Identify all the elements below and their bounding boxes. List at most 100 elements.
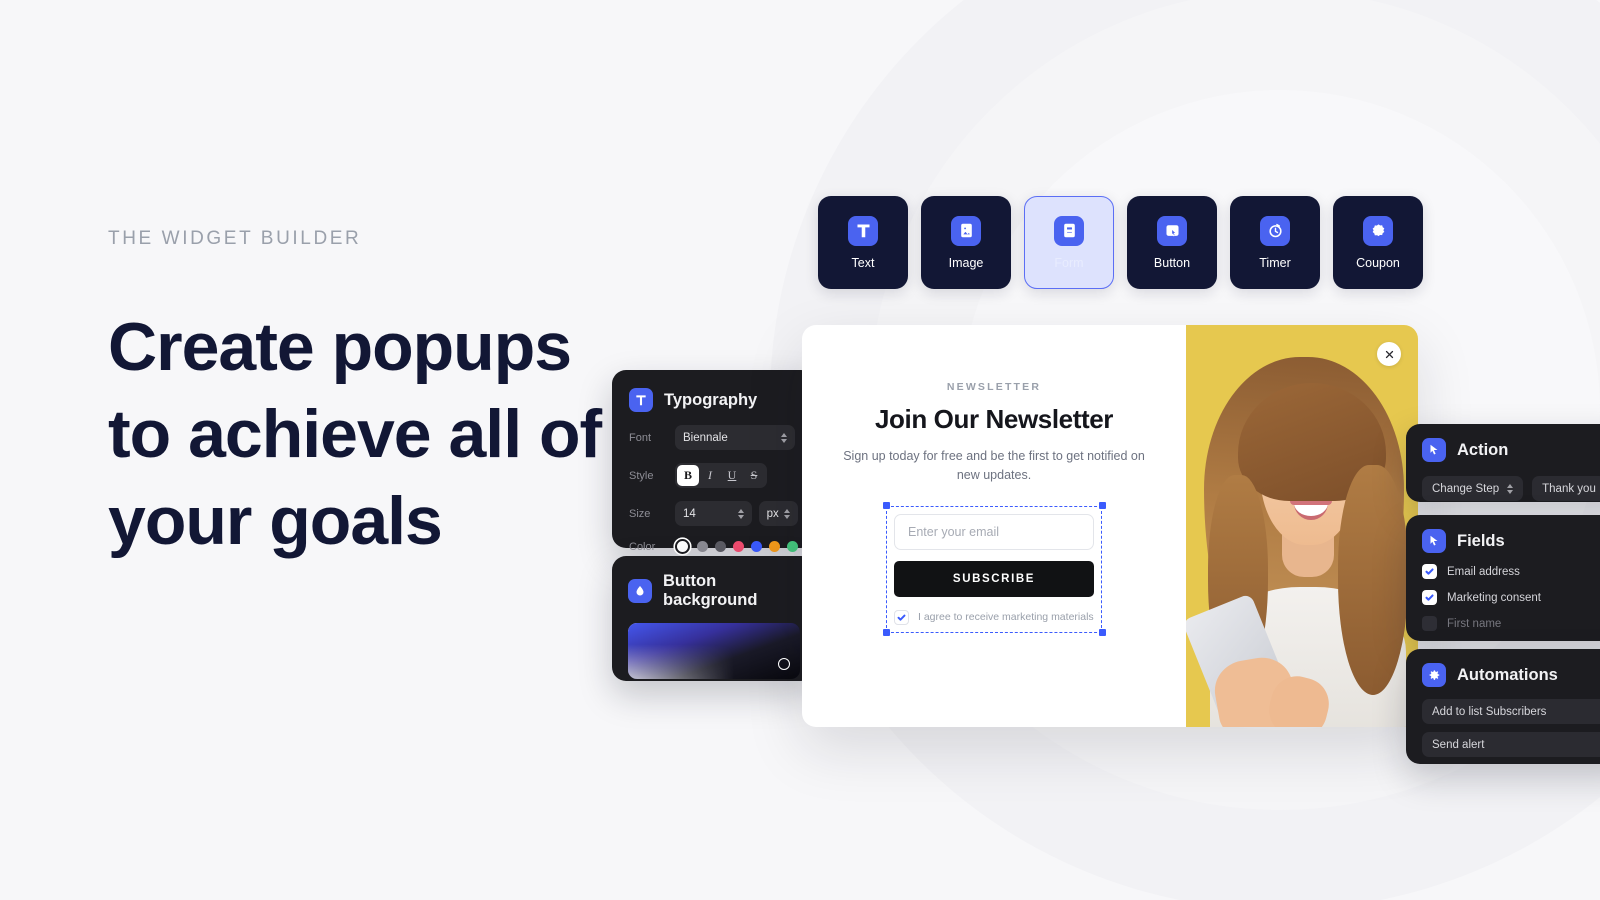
chevron-updown-icon <box>781 432 787 443</box>
hero-section: THE WIDGET BUILDER Create popups to achi… <box>108 228 628 565</box>
color-swatch[interactable] <box>675 539 690 554</box>
consent-label: I agree to receive marketing materials <box>918 611 1094 624</box>
coupon-icon <box>1363 215 1393 246</box>
action-step-value: Change Step <box>1432 482 1500 495</box>
action-panel: Action Change Step Thank you <box>1406 424 1600 502</box>
chevron-updown-icon <box>784 508 790 519</box>
popup-subtitle: Sign up today for free and be the first … <box>843 449 1145 483</box>
size-label: Size <box>629 507 651 520</box>
font-value: Biennale <box>683 431 728 444</box>
font-row: Font Biennale <box>629 425 798 450</box>
action-panel-title: Action <box>1457 440 1509 459</box>
cursor-icon <box>1422 438 1446 462</box>
gradient-handle[interactable] <box>778 658 790 670</box>
typography-panel-header: Typography <box>629 388 798 412</box>
size-row: Size 14 px <box>629 501 798 526</box>
popup-kicker: NEWSLETTER <box>946 381 1042 393</box>
fields-panel-header: Fields <box>1422 529 1600 553</box>
field-label: Marketing consent <box>1447 591 1541 604</box>
typography-panel: Typography Font Biennale Style B I U S S… <box>612 370 815 554</box>
gradient-picker[interactable] <box>628 623 800 679</box>
widget-tile-image[interactable]: Image <box>921 196 1011 289</box>
selection-handle-bottom-right[interactable] <box>1098 629 1106 637</box>
form-selection-wrapper: Enter your email SUBSCRIBE I agree to re… <box>882 502 1106 637</box>
bold-button[interactable]: B <box>677 465 699 486</box>
fields-panel: Fields Email address Marketing consent Fir… <box>1406 515 1600 641</box>
field-checkbox[interactable] <box>1422 564 1437 579</box>
widget-tile-label: Text <box>851 255 875 270</box>
automation-item[interactable]: Add to list Subscribers <box>1422 699 1600 724</box>
widget-tile-label: Timer <box>1259 255 1291 270</box>
strikethrough-button[interactable]: S <box>743 465 765 486</box>
automations-panel-header: Automations <box>1422 663 1600 687</box>
underline-button[interactable]: U <box>721 465 743 486</box>
color-swatch[interactable] <box>715 541 726 552</box>
close-icon <box>1385 350 1393 358</box>
cursor-icon <box>1422 529 1446 553</box>
widget-tile-form[interactable]: Form <box>1024 196 1114 289</box>
button-background-panel: Button background <box>612 556 815 681</box>
font-select[interactable]: Biennale <box>675 425 795 450</box>
newsletter-popup: NEWSLETTER Join Our Newsletter Sign up t… <box>802 325 1418 727</box>
widget-tile-timer[interactable]: Timer <box>1230 196 1320 289</box>
field-row[interactable]: Marketing consent <box>1422 590 1600 605</box>
consent-checkbox[interactable] <box>894 609 909 625</box>
consent-row[interactable]: I agree to receive marketing materials <box>894 609 1094 625</box>
color-label: Color <box>629 540 656 553</box>
selection-handle-top-right[interactable] <box>1098 502 1106 510</box>
popup-title: Join Our Newsletter <box>874 404 1114 434</box>
widget-tile-label: Form <box>1054 255 1084 270</box>
selection-handle-top-left[interactable] <box>882 502 890 510</box>
gear-icon <box>1422 663 1446 687</box>
hero-eyebrow: THE WIDGET BUILDER <box>108 228 362 249</box>
size-input[interactable]: 14 <box>675 501 752 526</box>
widget-tile-label: Button <box>1153 255 1191 270</box>
close-button[interactable] <box>1377 342 1401 366</box>
action-target-value: Thank you <box>1542 482 1596 495</box>
action-controls: Change Step Thank you <box>1422 476 1600 501</box>
automations-list: Add to list Subscribers Send alert <box>1422 699 1600 757</box>
chevron-updown-icon <box>737 508 744 519</box>
widget-tile-text[interactable]: Text <box>818 196 908 289</box>
email-input[interactable]: Enter your email <box>894 513 1094 550</box>
widget-tile-button[interactable]: Button <box>1127 196 1217 289</box>
popup-image <box>1186 325 1418 727</box>
widget-tile-label: Coupon <box>1356 255 1400 270</box>
color-swatch[interactable] <box>769 541 780 552</box>
page-title: Create popups to achieve all of your goa… <box>108 309 602 560</box>
color-swatch[interactable] <box>787 541 798 552</box>
button-background-title: Button background <box>663 572 758 609</box>
selection-handle-bottom-left[interactable] <box>882 629 890 637</box>
color-row: Color <box>629 539 798 554</box>
button-background-header: Button background <box>628 572 799 610</box>
size-value: 14 <box>683 507 696 520</box>
action-target-select[interactable]: Thank you <box>1532 476 1600 501</box>
field-label: First name <box>1447 617 1502 630</box>
automations-panel-title: Automations <box>1457 665 1558 684</box>
italic-button[interactable]: I <box>699 465 721 486</box>
field-checkbox[interactable] <box>1422 590 1437 605</box>
image-icon <box>951 215 981 246</box>
field-row[interactable]: Email address <box>1422 564 1600 579</box>
automation-item[interactable]: Send alert <box>1422 732 1600 757</box>
widget-tile-coupon[interactable]: Coupon <box>1333 196 1423 289</box>
typography-panel-title: Typography <box>664 390 758 409</box>
field-checkbox[interactable] <box>1422 616 1437 631</box>
field-row[interactable]: First name <box>1422 616 1600 631</box>
subscribe-button[interactable]: SUBSCRIBE <box>894 560 1094 597</box>
widget-type-toolbar: Text Image Form Button Timer Coupon <box>818 196 1423 289</box>
field-label: Email address <box>1447 565 1520 578</box>
color-swatch[interactable] <box>733 541 744 552</box>
action-panel-header: Action <box>1422 438 1600 462</box>
style-row: Style B I U S <box>629 463 798 488</box>
action-step-select[interactable]: Change Step <box>1422 476 1524 501</box>
color-swatch[interactable] <box>751 541 762 552</box>
color-swatch-list <box>675 539 798 554</box>
timer-icon <box>1260 215 1290 246</box>
figure-hair-curl-right <box>1338 465 1408 695</box>
popup-content: NEWSLETTER Join Our Newsletter Sign up t… <box>802 325 1186 727</box>
style-label: Style <box>629 469 654 482</box>
color-swatch[interactable] <box>697 541 708 552</box>
form-icon <box>1054 215 1084 246</box>
size-unit-select[interactable]: px <box>758 501 798 526</box>
